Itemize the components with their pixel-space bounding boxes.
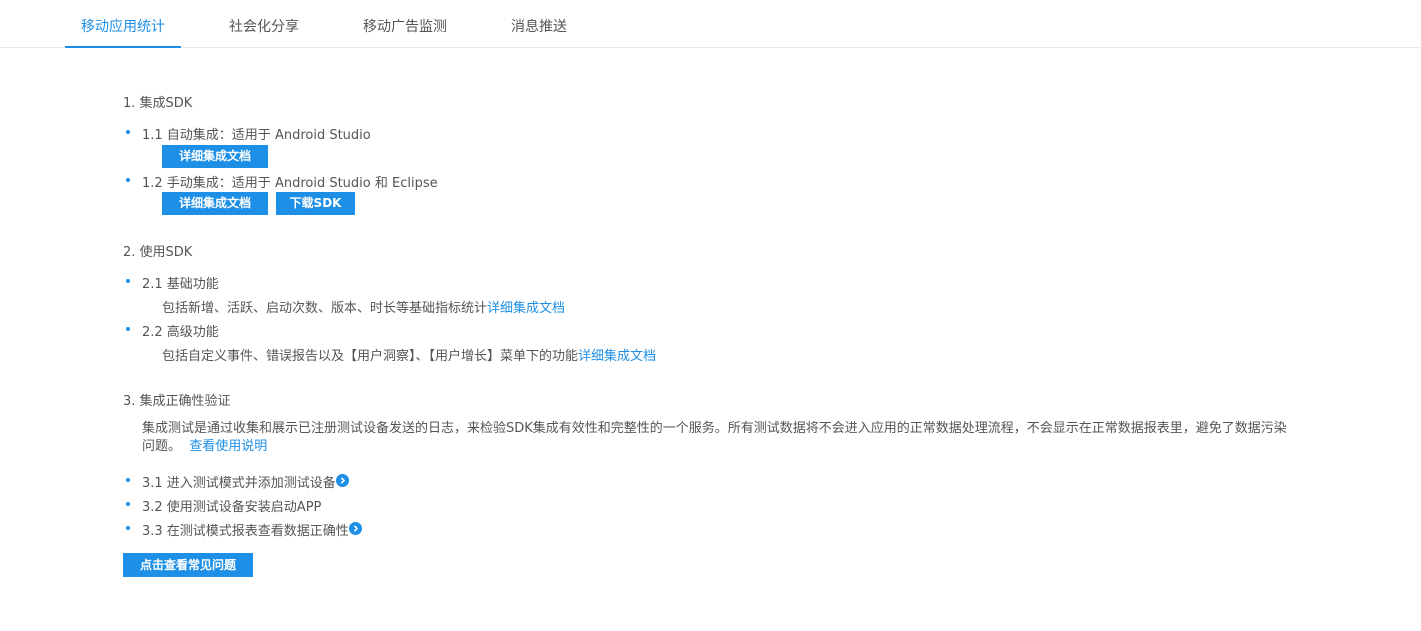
auto-integration-label: 1.1 自动集成：适用于 Android Studio: [142, 128, 371, 143]
tab-mobile-app-analytics[interactable]: 移动应用统计: [65, 0, 181, 48]
chevron-right-circle-icon[interactable]: [349, 522, 362, 535]
bullet: [126, 130, 130, 134]
bullet: [126, 327, 130, 331]
bullet: [126, 526, 130, 530]
tab-bar: 移动应用统计 社会化分享 移动广告监测 消息推送: [0, 0, 1421, 48]
bullet: [126, 279, 130, 283]
manual-integration-doc-button[interactable]: 详细集成文档: [162, 192, 268, 215]
basic-features-label: 2.1 基础功能: [142, 277, 219, 292]
basic-features-doc-link[interactable]: 详细集成文档: [487, 301, 565, 316]
faq-button[interactable]: 点击查看常见问题: [123, 553, 253, 577]
tab-mobile-ad-tracking[interactable]: 移动广告监测: [363, 0, 447, 46]
tab-push-notification[interactable]: 消息推送: [511, 0, 567, 46]
step-install-launch-app: 3.2 使用测试设备安装启动APP: [142, 500, 322, 515]
section-use-sdk-title: 2. 使用SDK: [123, 245, 193, 260]
manual-integration-label: 1.2 手动集成：适用于 Android Studio 和 Eclipse: [142, 176, 438, 191]
auto-integration-doc-button[interactable]: 详细集成文档: [162, 145, 268, 168]
tab-social-share[interactable]: 社会化分享: [229, 0, 299, 46]
section-verification-title: 3. 集成正确性验证: [123, 394, 231, 409]
bullet: [126, 502, 130, 506]
verification-paragraph: 集成测试是通过收集和展示已注册测试设备发送的日志，来检验SDK集成有效性和完整性…: [142, 421, 1287, 454]
advanced-features-desc-text: 包括自定义事件、错误报告以及【用户洞察】、【用户增长】菜单下的功能: [162, 349, 579, 364]
chevron-right-circle-icon[interactable]: [336, 474, 349, 487]
download-sdk-button[interactable]: 下载SDK: [276, 192, 355, 215]
bullet: [126, 478, 130, 482]
basic-features-description: 包括新增、活跃、启动次数、版本、时长等基础指标统计详细集成文档: [162, 297, 565, 316]
step-check-report: 3.3 在测试模式报表查看数据正确性: [142, 524, 349, 539]
section-integrate-sdk-title: 1. 集成SDK: [123, 96, 193, 111]
advanced-features-doc-link[interactable]: 详细集成文档: [578, 349, 656, 364]
step-enter-test-mode: 3.1 进入测试模式并添加测试设备: [142, 476, 336, 491]
bullet: [126, 178, 130, 182]
view-usage-instructions-link[interactable]: 查看使用说明: [189, 439, 267, 454]
basic-features-desc-text: 包括新增、活跃、启动次数、版本、时长等基础指标统计: [162, 301, 488, 316]
verification-description: 集成测试是通过收集和展示已注册测试设备发送的日志，来检验SDK集成有效性和完整性…: [142, 420, 1292, 456]
advanced-features-description: 包括自定义事件、错误报告以及【用户洞察】、【用户增长】菜单下的功能详细集成文档: [162, 345, 656, 364]
advanced-features-label: 2.2 高级功能: [142, 325, 219, 340]
